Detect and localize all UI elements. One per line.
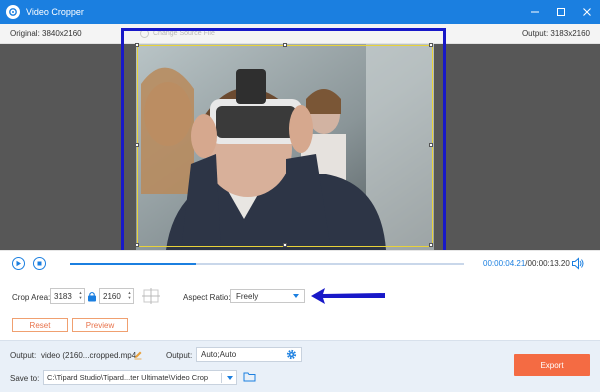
original-resolution: Original: 3840x2160 [10,29,82,38]
crop-settings-panel: Crop Area: 3183 ▲ ▼ 2160 ▲ ▼ Aspect Ratio:… [0,276,600,346]
total-time: 00:00:13.20 [527,259,570,268]
crop-width-input[interactable]: 3183 ▲ ▼ [50,288,85,304]
highlight-annotation-box [121,28,446,262]
output-settings-value: Auto;Auto [201,350,237,359]
output-resolution: Output: 3183x2160 [521,29,590,38]
play-button[interactable] [12,257,25,270]
output-file-name: video (2160...cropped.mp4 [41,351,137,360]
crop-height-input[interactable]: 2160 ▲ ▼ [99,288,134,304]
close-icon[interactable] [574,0,600,24]
progress-track[interactable] [70,263,464,265]
restore-icon[interactable] [548,0,574,24]
export-button[interactable]: Export [514,354,590,376]
progress-played [70,263,197,265]
gear-icon[interactable] [286,349,297,360]
save-to-label: Save to: [10,374,40,383]
current-time: 00:00:04.21 [483,259,526,268]
title-bar: Video Cropper [0,0,600,24]
output-settings-label: Output: [166,351,193,360]
width-spinner[interactable]: ▲ ▼ [78,290,83,302]
reset-button[interactable]: Reset [12,318,68,332]
playback-bar: 00:00:04.21/00:00:13.20 [0,250,600,276]
time-display: 00:00:04.21/00:00:13.20 [483,259,570,268]
stop-icon [37,261,42,266]
folder-icon[interactable] [243,371,256,382]
aspect-ratio-dropdown[interactable]: Freely [230,289,305,303]
crop-width-value: 3183 [54,291,72,301]
volume-icon[interactable] [571,257,584,270]
chevron-down-icon [293,294,299,298]
crop-area-label: Crop Area: [12,293,51,302]
play-icon [16,260,21,267]
crop-height-value: 2160 [103,291,121,301]
output-settings-field[interactable]: Auto;Auto [196,347,302,362]
save-path-field[interactable]: C:\Tipard Studio\Tipard...ter Ultimate\V… [43,370,237,385]
height-spinner[interactable]: ▲ ▼ [127,290,132,302]
preview-button[interactable]: Preview [72,318,128,332]
lock-icon[interactable] [87,291,97,302]
path-dropdown-icon[interactable] [227,376,233,380]
aspect-ratio-value: Freely [236,291,259,301]
center-crosshair-icon[interactable] [142,288,160,304]
minimize-icon[interactable] [522,0,548,24]
annotation-arrow-icon [311,288,385,304]
output-bar: Output: video (2160...cropped.mp4 Output… [0,340,600,392]
output-file-label: Output: [10,351,37,360]
app-logo-icon [6,5,20,19]
aspect-ratio-label: Aspect Ratio: [183,293,231,302]
save-path-value: C:\Tipard Studio\Tipard...ter Ultimate\V… [47,373,209,382]
edit-icon[interactable] [133,350,143,360]
stop-button[interactable] [33,257,46,270]
window-title: Video Cropper [26,7,84,17]
